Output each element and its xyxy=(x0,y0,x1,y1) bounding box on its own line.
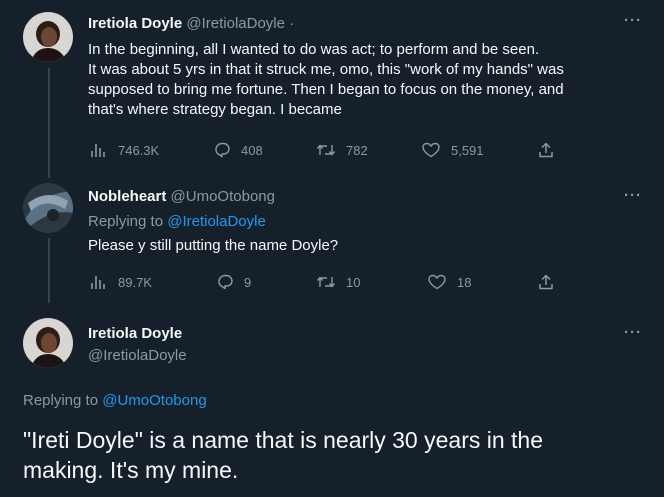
more-icon[interactable]: ··· xyxy=(624,188,642,203)
retweet-count: 10 xyxy=(346,274,361,290)
tweet-text: "Ireti Doyle" is a name that is nearly 3… xyxy=(23,425,543,485)
views-icon xyxy=(90,274,108,290)
like-count: 5,591 xyxy=(451,142,484,158)
author-handle[interactable]: @IretiolaDoyle xyxy=(186,15,285,32)
retweet-button[interactable]: 782 xyxy=(316,142,368,158)
reply-count: 408 xyxy=(241,142,263,158)
tweet-text-line: that's where strategy began. I became xyxy=(88,101,342,118)
author-handle-row: @IretiolaDoyle xyxy=(88,346,187,366)
like-button[interactable]: 18 xyxy=(427,274,471,290)
tweet-text-line: "Ireti Doyle" is a name that is nearly 3… xyxy=(23,427,544,453)
reply-count: 9 xyxy=(244,274,252,290)
tweet-text-line: In the beginning, all I wanted to do was… xyxy=(88,41,540,58)
like-icon xyxy=(421,142,441,158)
replying-to-label: Replying to xyxy=(88,213,164,230)
replying-to: Replying to @UmoOtobong xyxy=(23,391,207,411)
retweet-icon xyxy=(316,274,336,290)
retweet-icon xyxy=(316,142,336,158)
thread-line xyxy=(48,68,50,178)
author-name[interactable]: Iretiola Doyle xyxy=(88,325,182,342)
reply-button[interactable]: 9 xyxy=(216,274,251,290)
author-name[interactable]: Nobleheart xyxy=(88,188,166,205)
replying-to-label: Replying to xyxy=(23,392,99,409)
tweet-text-line: making. It's my mine. xyxy=(23,457,239,483)
author-row: Nobleheart @UmoOtobong xyxy=(88,187,275,207)
tweet-text-line: It was about 5 yrs in that it struck me,… xyxy=(88,61,564,78)
more-icon[interactable]: ··· xyxy=(624,13,642,28)
like-icon xyxy=(427,274,447,290)
reply-icon xyxy=(216,274,234,290)
replying-to-handle[interactable]: @UmoOtobong xyxy=(102,392,206,409)
avatar[interactable] xyxy=(23,183,73,233)
share-icon xyxy=(537,274,555,290)
tweet-text-line: supposed to bring me fortune. Then I beg… xyxy=(88,81,564,98)
author-name[interactable]: Iretiola Doyle xyxy=(88,15,182,32)
replying-to-handle[interactable]: @IretiolaDoyle xyxy=(167,213,266,230)
tweet-text: In the beginning, all I wanted to do was… xyxy=(88,40,564,120)
author-handle[interactable]: @UmoOtobong xyxy=(171,188,275,205)
tweet-text: Please y still putting the name Doyle? xyxy=(88,237,339,254)
share-button[interactable] xyxy=(537,274,555,290)
separator-dot: · xyxy=(289,15,295,32)
like-count: 18 xyxy=(457,274,472,290)
retweet-button[interactable]: 10 xyxy=(316,274,360,290)
like-button[interactable]: 5,591 xyxy=(421,142,484,158)
avatar[interactable] xyxy=(23,318,73,368)
views-count: 746.3K xyxy=(118,142,160,158)
views-button[interactable]: 746.3K xyxy=(90,142,159,158)
thread-line xyxy=(48,238,50,303)
retweet-count: 782 xyxy=(346,142,368,158)
replying-to: Replying to @IretiolaDoyle xyxy=(88,212,266,232)
avatar[interactable] xyxy=(23,12,73,62)
reply-button[interactable]: 408 xyxy=(213,142,263,158)
reply-icon xyxy=(213,142,231,158)
views-button[interactable]: 89.7K xyxy=(90,274,152,290)
author-row: Iretiola Doyle @IretiolaDoyle · xyxy=(88,14,294,34)
more-icon[interactable]: ··· xyxy=(624,325,642,340)
author-handle[interactable]: @IretiolaDoyle xyxy=(88,347,187,364)
share-button[interactable] xyxy=(537,142,555,158)
views-icon xyxy=(90,142,108,158)
share-icon xyxy=(537,142,555,158)
views-count: 89.7K xyxy=(118,274,152,290)
author-name-row: Iretiola Doyle xyxy=(88,324,182,344)
